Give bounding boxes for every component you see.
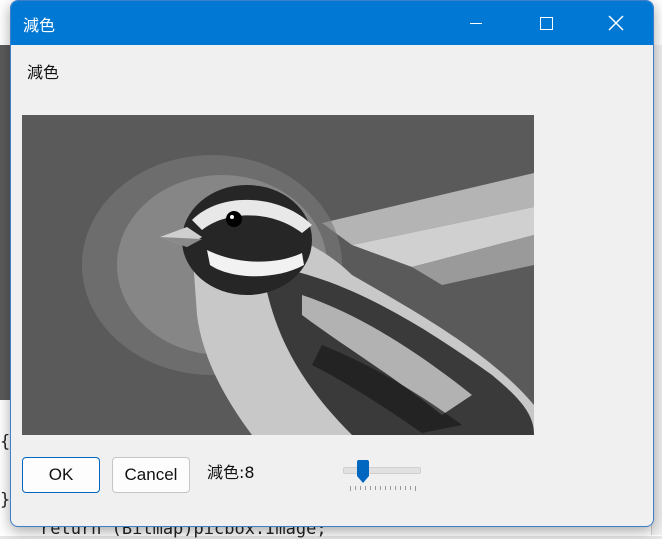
slider-thumb[interactable]: [356, 460, 370, 484]
reduce-slider[interactable]: [341, 459, 421, 493]
reduce-color-dialog: 減色 減色 OK Cancel 減色:8: [10, 0, 654, 527]
window-title: 減色: [23, 16, 56, 35]
minimize-icon: [470, 22, 482, 24]
close-button[interactable]: [593, 1, 639, 45]
slider-track[interactable]: [343, 467, 421, 474]
code-line: }: [0, 490, 11, 510]
reduce-value-label: 減色:8: [207, 459, 255, 483]
sparrow-image: [22, 115, 534, 435]
ok-button[interactable]: OK: [22, 457, 100, 493]
code-line: {: [0, 432, 11, 452]
cancel-button[interactable]: Cancel: [112, 457, 190, 493]
reduce-label-prefix: 減色:: [207, 463, 245, 482]
reduce-value: 8: [244, 463, 255, 482]
maximize-icon: [539, 16, 553, 30]
title-bar[interactable]: 減色: [11, 1, 653, 45]
background-panel-edge: [0, 45, 10, 400]
picture-box: [22, 115, 534, 435]
maximize-button[interactable]: [523, 1, 569, 45]
close-icon: [608, 15, 624, 31]
slider-ticks: [350, 486, 416, 491]
minimize-button[interactable]: [453, 1, 499, 45]
caption-label: 減色: [27, 63, 60, 82]
